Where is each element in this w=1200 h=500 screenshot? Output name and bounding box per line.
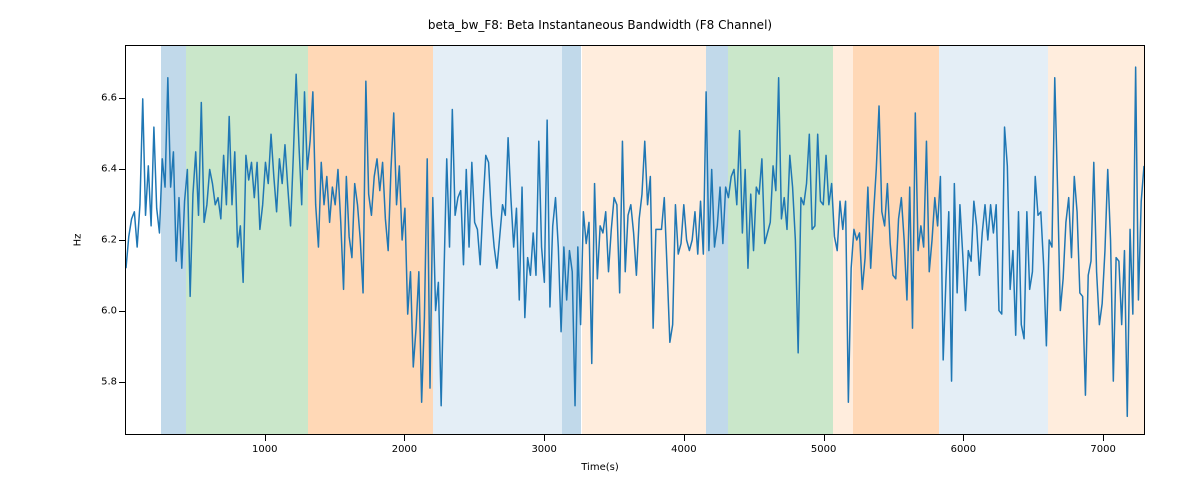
x-tick-label: 3000 — [531, 444, 556, 455]
y-tick — [119, 240, 125, 241]
y-tick — [119, 382, 125, 383]
x-tick-label: 2000 — [392, 444, 417, 455]
x-axis-label: Time(s) — [0, 462, 1200, 473]
x-tick-label: 1000 — [252, 444, 277, 455]
y-tick — [119, 169, 125, 170]
line-series-layer — [126, 46, 1144, 434]
plot-area — [125, 45, 1145, 435]
y-tick-label: 6.6 — [77, 93, 117, 104]
y-tick-label: 6.0 — [77, 305, 117, 316]
chart-title: beta_bw_F8: Beta Instantaneous Bandwidth… — [0, 18, 1200, 32]
x-tick — [824, 435, 825, 441]
x-tick — [963, 435, 964, 441]
x-tick-label: 6000 — [951, 444, 976, 455]
x-tick-label: 7000 — [1090, 444, 1115, 455]
series-line — [126, 67, 1144, 416]
x-tick — [1103, 435, 1104, 441]
y-tick — [119, 311, 125, 312]
y-tick-label: 6.4 — [77, 164, 117, 175]
x-tick — [544, 435, 545, 441]
x-tick-label: 4000 — [671, 444, 696, 455]
figure: beta_bw_F8: Beta Instantaneous Bandwidth… — [0, 0, 1200, 500]
y-tick — [119, 98, 125, 99]
x-tick — [404, 435, 405, 441]
x-tick — [265, 435, 266, 441]
x-tick-label: 5000 — [811, 444, 836, 455]
y-tick-label: 5.8 — [77, 376, 117, 387]
x-tick — [684, 435, 685, 441]
y-tick-label: 6.2 — [77, 235, 117, 246]
